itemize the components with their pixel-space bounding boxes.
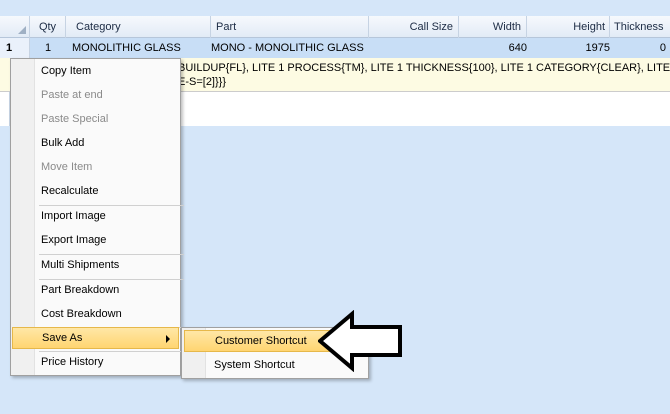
- menu-item-export-image[interactable]: Export Image: [12, 229, 179, 251]
- menu-item-paste-at-end[interactable]: Paste at end: [12, 84, 179, 106]
- menu-item-cost-breakdown[interactable]: Cost Breakdown: [12, 303, 179, 325]
- menu-item-multi-shipments[interactable]: Multi Shipments: [12, 254, 179, 276]
- menu-item-part-breakdown[interactable]: Part Breakdown: [12, 279, 179, 301]
- cell-width[interactable]: 640: [459, 38, 527, 58]
- select-all-corner[interactable]: [0, 16, 30, 38]
- menu-item-save-as-label: Save As: [42, 332, 83, 344]
- col-qty-header[interactable]: Qty: [30, 16, 66, 38]
- menu-item-move-item[interactable]: Move Item: [12, 156, 179, 178]
- row-number[interactable]: 1: [0, 38, 30, 58]
- col-call-size-header[interactable]: Call Size: [369, 16, 459, 38]
- menu-item-bulk-add[interactable]: Bulk Add: [12, 132, 179, 154]
- top-strip: [0, 0, 670, 16]
- menu-item-recalculate[interactable]: Recalculate: [12, 180, 179, 202]
- cell-thickness[interactable]: 0: [610, 38, 666, 58]
- col-width-header[interactable]: Width: [459, 16, 527, 38]
- corner-triangle-icon: [18, 26, 26, 34]
- cell-category[interactable]: MONOLITHIC GLASS: [72, 38, 181, 58]
- menu-item-copy-item[interactable]: Copy Item: [12, 60, 179, 82]
- col-category-header[interactable]: Category: [66, 16, 211, 38]
- menu-item-paste-special[interactable]: Paste Special: [12, 108, 179, 130]
- menu-item-import-image[interactable]: Import Image: [12, 205, 179, 227]
- table-row[interactable]: 1 MONOLITHIC GLASS MONO - MONOLITHIC GLA…: [0, 38, 670, 58]
- cell-height[interactable]: 1975: [527, 38, 610, 58]
- grid-header: Qty Category Part Call Size Width Height…: [0, 16, 670, 38]
- context-menu: Copy Item Paste at end Paste Special Bul…: [10, 58, 184, 376]
- col-part-header[interactable]: Part: [211, 16, 369, 38]
- hollow-left-arrow-icon: [318, 310, 402, 372]
- col-height-header[interactable]: Height: [527, 16, 610, 38]
- menu-item-save-as[interactable]: Save As: [12, 327, 179, 349]
- menu-item-price-history[interactable]: Price History: [12, 351, 179, 373]
- cell-part[interactable]: MONO - MONOLITHIC GLASS: [211, 38, 364, 58]
- new-row-header: [0, 92, 10, 126]
- cell-qty[interactable]: 1: [30, 38, 66, 58]
- chevron-right-icon: [166, 335, 170, 343]
- col-thickness-header[interactable]: Thickness: [610, 16, 670, 38]
